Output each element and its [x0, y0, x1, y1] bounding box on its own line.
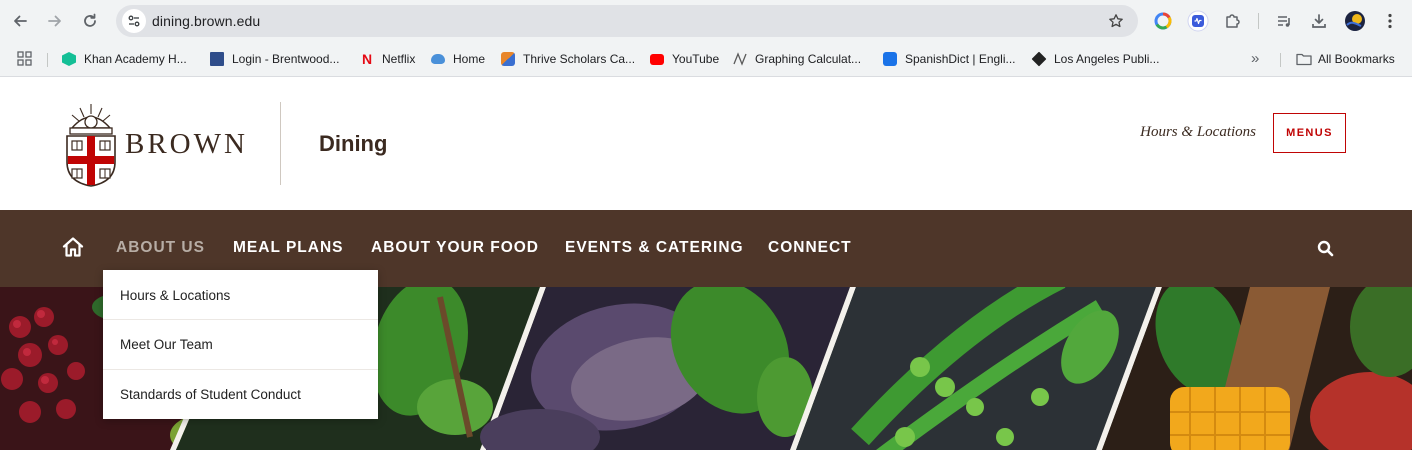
- apps-grid-icon[interactable]: [17, 51, 33, 72]
- bookmark-label: Home: [453, 52, 486, 66]
- bookmark-spanishdict[interactable]: SpanishDict | Engli...: [883, 50, 1016, 68]
- lapl-icon: [1031, 51, 1047, 67]
- header-divider: [280, 102, 281, 185]
- nav-about-your-food[interactable]: ABOUT YOUR FOOD: [371, 239, 539, 257]
- media-controls-icon[interactable]: [1273, 10, 1295, 32]
- downloads-icon[interactable]: [1308, 10, 1330, 32]
- folder-icon: [1296, 52, 1312, 66]
- chrome-menu-icon[interactable]: [1379, 10, 1401, 32]
- bookmark-la-public-library[interactable]: Los Angeles Publi...: [1031, 50, 1160, 68]
- bookmark-home[interactable]: Home: [431, 50, 485, 68]
- nav-about-us[interactable]: ABOUT US: [116, 239, 205, 257]
- address-bar[interactable]: dining.brown.edu: [116, 5, 1138, 37]
- bookmark-star-icon[interactable]: [1106, 11, 1126, 31]
- site-info-icon[interactable]: [122, 9, 146, 33]
- bookmark-thrive-scholars[interactable]: Thrive Scholars Ca...: [501, 50, 635, 68]
- brand-wordmark[interactable]: BROWN: [125, 128, 248, 161]
- extension-chrome-color-icon[interactable]: [1152, 10, 1174, 32]
- desmos-icon: [733, 52, 747, 66]
- thrive-scholars-icon: [501, 52, 515, 66]
- nav-connect[interactable]: CONNECT: [768, 239, 852, 257]
- department-title[interactable]: Dining: [319, 131, 387, 157]
- bookmarks-bar: Khan Academy H... Login - Brentwood... N…: [0, 42, 1412, 77]
- bookmark-label: Thrive Scholars Ca...: [523, 52, 636, 66]
- reload-icon[interactable]: [78, 9, 102, 33]
- spanishdict-icon: [883, 52, 897, 66]
- profile-avatar-icon[interactable]: [1344, 10, 1366, 32]
- all-bookmarks-folder[interactable]: All Bookmarks: [1296, 50, 1395, 68]
- dropdown-item-hours-locations[interactable]: Hours & Locations: [103, 270, 378, 320]
- bookmark-label: SpanishDict | Engli...: [905, 52, 1016, 66]
- bookmark-khan-academy[interactable]: Khan Academy H...: [62, 50, 187, 68]
- bookmarks-overflow-chevron-icon[interactable]: »: [1251, 49, 1259, 67]
- bookmark-label: Graphing Calculat...: [755, 52, 862, 66]
- search-icon[interactable]: [1316, 239, 1336, 259]
- home-cloud-icon: [431, 54, 445, 64]
- hours-locations-link[interactable]: Hours & Locations: [1140, 124, 1256, 141]
- bookmark-brentwood[interactable]: Login - Brentwood...: [210, 50, 339, 68]
- forward-icon[interactable]: [43, 9, 67, 33]
- back-icon[interactable]: [8, 9, 32, 33]
- netflix-icon: N: [361, 51, 373, 67]
- all-bookmarks-label: All Bookmarks: [1318, 52, 1395, 66]
- site-header: BROWN Dining Hours & Locations MENUS: [0, 78, 1412, 210]
- youtube-icon: [650, 53, 664, 65]
- home-icon[interactable]: [61, 235, 85, 259]
- bookmark-label: Login - Brentwood...: [232, 52, 340, 66]
- extension-audio-icon[interactable]: [1187, 10, 1209, 32]
- nav-meal-plans[interactable]: MEAL PLANS: [233, 239, 343, 257]
- dropdown-item-standards-student-conduct[interactable]: Standards of Student Conduct: [103, 369, 378, 419]
- bookmarks-divider: [1280, 53, 1281, 67]
- bookmark-label: Los Angeles Publi...: [1054, 52, 1160, 66]
- brentwood-icon: [210, 52, 224, 66]
- about-us-dropdown-menu: Hours & Locations Meet Our Team Standard…: [103, 270, 378, 419]
- bookmark-label: Khan Academy H...: [84, 52, 187, 66]
- bookmarks-divider: [47, 53, 48, 67]
- nav-events-catering[interactable]: EVENTS & CATERING: [565, 239, 744, 257]
- toolbar-divider: [1258, 13, 1259, 29]
- bookmark-youtube[interactable]: YouTube: [650, 50, 719, 68]
- dropdown-item-meet-our-team[interactable]: Meet Our Team: [103, 319, 378, 369]
- brown-shield-logo[interactable]: [64, 100, 118, 188]
- url-text[interactable]: dining.brown.edu: [152, 13, 260, 29]
- extensions-puzzle-icon[interactable]: [1222, 10, 1244, 32]
- bookmark-netflix[interactable]: N Netflix: [360, 50, 415, 68]
- bookmark-label: Netflix: [382, 52, 416, 66]
- khan-academy-icon: [62, 52, 76, 66]
- menus-button[interactable]: MENUS: [1273, 113, 1346, 153]
- bookmark-graphing-calculator[interactable]: Graphing Calculat...: [733, 50, 861, 68]
- browser-toolbar: dining.brown.edu: [0, 0, 1412, 42]
- bookmark-label: YouTube: [672, 52, 720, 66]
